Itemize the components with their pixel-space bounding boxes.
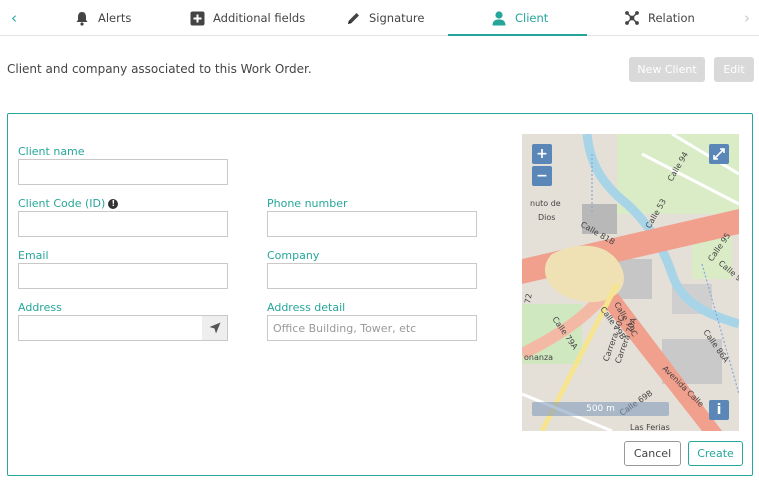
- navigation-arrow-icon: [209, 322, 220, 334]
- tabs-scroll-left-icon[interactable]: ‹: [2, 0, 26, 36]
- info-icon[interactable]: !: [108, 198, 119, 209]
- tab-label: Additional fields: [213, 11, 306, 25]
- cancel-button[interactable]: Cancel: [624, 441, 681, 466]
- address-detail-label: Address detail: [267, 301, 346, 314]
- map-scale-bar: 500 m: [532, 402, 669, 416]
- user-icon: [491, 10, 507, 26]
- zoom-in-button[interactable]: +: [532, 144, 552, 164]
- map-street-label: Dios: [538, 213, 555, 222]
- client-code-input[interactable]: [18, 211, 228, 237]
- address-label: Address: [18, 301, 62, 314]
- map-street-label: onanza: [524, 353, 553, 362]
- create-button[interactable]: Create: [688, 441, 743, 466]
- phone-label: Phone number: [267, 197, 348, 210]
- company-input[interactable]: [267, 263, 477, 289]
- active-tab-indicator: [448, 34, 587, 36]
- tab-label: Signature: [369, 11, 425, 25]
- map-tiles: Calle 94Calle 53Calle 95Calle 96Calle 81…: [522, 134, 739, 431]
- email-input[interactable]: [18, 263, 228, 289]
- pen-icon: [345, 10, 361, 26]
- network-icon: [624, 10, 640, 26]
- tabs-scroll-right-icon[interactable]: ›: [735, 0, 759, 36]
- tab-label: Relation: [648, 11, 695, 25]
- fullscreen-icon[interactable]: [709, 144, 729, 164]
- map-view[interactable]: Calle 94 Calle 53 Calle 95 Calle 96 Calle 81…: [522, 134, 739, 431]
- client-form-card: Client name Client Code (ID)! Phone numb…: [7, 113, 753, 476]
- tab-label: Alerts: [98, 11, 132, 25]
- address-input[interactable]: [18, 315, 228, 341]
- tab-bar: ‹ Alerts Additional fields Signature Cli…: [0, 0, 759, 36]
- client-name-input[interactable]: [18, 159, 228, 185]
- tab-client[interactable]: Client: [491, 0, 548, 36]
- tab-alerts[interactable]: Alerts: [74, 0, 131, 36]
- tab-relation[interactable]: Relation: [624, 0, 695, 36]
- bell-icon: [74, 10, 90, 26]
- map-info-button[interactable]: i: [709, 400, 729, 420]
- page-subtitle: Client and company associated to this Wo…: [7, 62, 312, 76]
- company-label: Company: [267, 249, 320, 262]
- map-street-label: 72: [523, 293, 534, 305]
- address-detail-input[interactable]: Office Building, Tower, etc: [267, 315, 477, 341]
- zoom-out-button[interactable]: −: [532, 166, 552, 186]
- client-code-label-text: Client Code (ID): [18, 197, 106, 210]
- new-client-button[interactable]: New Client: [629, 57, 705, 82]
- client-name-label: Client name: [18, 145, 85, 158]
- client-code-label: Client Code (ID)!: [18, 197, 119, 210]
- plus-square-icon: [189, 10, 205, 26]
- tab-signature[interactable]: Signature: [345, 0, 424, 36]
- locate-button[interactable]: [202, 316, 227, 340]
- edit-button[interactable]: Edit: [714, 57, 754, 82]
- email-label: Email: [18, 249, 49, 262]
- map-street-label: Las Ferias: [630, 423, 670, 431]
- tab-label: Client: [515, 11, 549, 25]
- tab-additional-fields[interactable]: Additional fields: [189, 0, 305, 36]
- phone-input[interactable]: [267, 211, 477, 237]
- map-street-label: nuto de: [530, 199, 561, 208]
